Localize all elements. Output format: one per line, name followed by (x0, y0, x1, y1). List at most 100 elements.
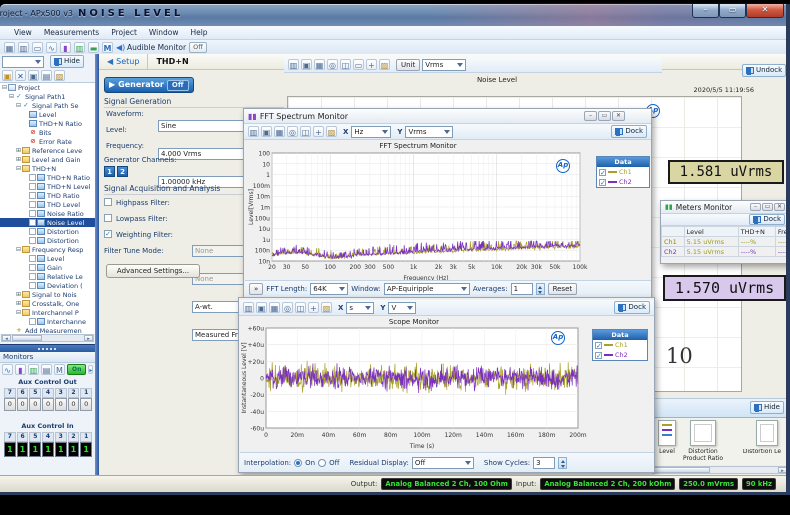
tree-expander-icon[interactable]: ⊟ (15, 246, 22, 253)
zoom-icon[interactable]: ◎ (327, 59, 338, 70)
tree-checkbox[interactable] (29, 183, 36, 190)
save-icon[interactable]: ▥ (243, 302, 254, 313)
frame-icon[interactable]: ▭ (353, 59, 364, 70)
legend-checkbox[interactable] (595, 342, 602, 349)
open-icon[interactable]: ▭ (32, 42, 43, 53)
residual-display-select[interactable]: Off (412, 457, 474, 469)
interpolation-on-radio[interactable] (294, 459, 302, 467)
menu-help[interactable]: Help (190, 28, 207, 37)
scroll-right-icon[interactable]: ▸ (84, 335, 93, 341)
cursor-icon[interactable]: + (308, 302, 319, 313)
thumbnail-distortion-level-image[interactable] (756, 420, 778, 446)
aux-monitor-icon[interactable]: ▤ (41, 364, 52, 375)
tree-item-thd-n-level[interactable]: THD+N Level (0, 182, 95, 191)
legend-header[interactable]: Data (593, 330, 647, 340)
tree-item-reference-leve[interactable]: ⊞Reference Leve (0, 146, 95, 155)
tab-setup[interactable]: ◀Setup (99, 57, 147, 66)
tree-item-frequency-resp[interactable]: ⊟Frequency Resp (0, 245, 95, 254)
aux-out-value[interactable]: 0 (80, 398, 92, 411)
generator-channel-1[interactable]: 1 (104, 166, 115, 177)
waveform-monitor-icon[interactable]: ∿ (46, 42, 57, 53)
gallery-hide-button[interactable]: Hide (750, 401, 784, 414)
tree-checkbox[interactable] (29, 201, 36, 208)
menu-project[interactable]: Project (111, 28, 137, 37)
aux-out-value[interactable]: 0 (4, 398, 16, 411)
waveform-monitor-icon[interactable]: ∿ (2, 364, 13, 375)
aux-out-value[interactable]: 0 (55, 398, 67, 411)
weighting-checkbox[interactable] (104, 230, 112, 238)
tree-item-add-measuremen[interactable]: +Add Measuremen (0, 326, 95, 334)
tree-checkbox[interactable] (29, 237, 36, 244)
fft-dock-button[interactable]: Dock (611, 125, 647, 138)
maximize-icon[interactable]: ▭ (762, 203, 773, 211)
fft-monitor-icon[interactable]: ▮ (60, 42, 71, 53)
zoom-icon[interactable]: ◎ (287, 126, 298, 137)
meters-monitor-icon[interactable]: ▥ (28, 364, 39, 375)
aux-in-value[interactable]: 1 (42, 442, 54, 457)
show-cycles-stepper[interactable] (558, 457, 567, 469)
gallery-scrollbar[interactable]: ▸ (652, 466, 788, 474)
thumbnail-label[interactable]: Distortion Le (734, 449, 790, 462)
tree-item-error-rate[interactable]: ⊘Error Rate (0, 137, 95, 146)
settings-icon[interactable]: ▨ (379, 59, 390, 70)
thumbnail-level-image[interactable] (658, 420, 676, 446)
fft-reset-button[interactable]: Reset (548, 283, 578, 295)
input-range-badge[interactable]: 250.0 mVrms (679, 478, 738, 490)
tree-item-signal-path-se[interactable]: ⊟✓Signal Path Se (0, 101, 95, 110)
settings-icon[interactable]: ▨ (321, 302, 332, 313)
tree-expander-icon[interactable]: ⊞ (15, 147, 22, 154)
title-bar[interactable]: Project - APx500 v3.4 NOISE LEVEL – ▭ ✕ (0, 4, 790, 26)
maximize-icon[interactable]: ▭ (719, 4, 746, 18)
aux-out-value[interactable]: 0 (17, 398, 29, 411)
aux-out-value[interactable]: 0 (42, 398, 54, 411)
tree-expander-icon[interactable]: ⊟ (8, 93, 15, 100)
generator-channel-2[interactable]: 2 (117, 166, 128, 177)
copy-icon[interactable]: ▣ (261, 126, 272, 137)
aux-in-value[interactable]: 1 (4, 442, 16, 457)
fft-x-unit-select[interactable]: Hz (351, 126, 391, 138)
aux-in-value[interactable]: 1 (80, 442, 92, 457)
tree-horizontal-scrollbar[interactable]: ◂▸ (1, 334, 94, 342)
scroll-left-icon[interactable]: ◂ (2, 335, 11, 341)
add-folder-icon[interactable]: ▣ (2, 70, 13, 81)
pan-icon[interactable]: ◫ (295, 302, 306, 313)
tree-item-crosstalk-one[interactable]: ⊞Crosstalk, One (0, 299, 95, 308)
print-icon[interactable]: ▦ (314, 59, 325, 70)
maximize-icon[interactable]: ▭ (598, 111, 611, 121)
measurement-monitor-icon[interactable]: M (54, 364, 65, 375)
tree-expander-icon[interactable]: ⊟ (1, 84, 8, 91)
fft-window-titlebar[interactable]: ▮▮ FFT Spectrum Monitor – ▭ ✕ (244, 109, 651, 124)
meters-window-titlebar[interactable]: ▮▮ Meters Monitor – ▭ ✕ (661, 201, 789, 214)
tree-expander-icon[interactable]: ⊟ (15, 165, 22, 172)
meters-monitor-icon[interactable]: ▥ (74, 42, 85, 53)
close-icon[interactable]: ✕ (774, 203, 785, 211)
advanced-settings-button[interactable]: Advanced Settings... (106, 264, 200, 278)
aux-in-value[interactable]: 1 (55, 442, 67, 457)
tree-item-signal-to-nois[interactable]: ⊞Signal to Nois (0, 290, 95, 299)
tree-item-thd-ratio[interactable]: THD Ratio (0, 191, 95, 200)
tree-item-noise-level[interactable]: Noise Level (0, 218, 95, 227)
scope-y-unit-select[interactable]: V (388, 302, 416, 314)
tree-item-deviation-[interactable]: Deviation ( (0, 281, 95, 290)
scope-x-unit-select[interactable]: s (346, 302, 374, 314)
tree-item-interchanne[interactable]: Interchanne (0, 317, 95, 326)
save-icon[interactable]: ▥ (288, 59, 299, 70)
delete-icon[interactable]: ✕ (15, 70, 26, 81)
tree-checkbox[interactable] (29, 318, 36, 325)
legend-checkbox[interactable] (595, 352, 602, 359)
thumbnail-label[interactable]: Distortion Product Ratio (678, 449, 728, 462)
tree-checkbox[interactable] (29, 192, 36, 199)
tab-measurement[interactable]: THD+N (147, 54, 196, 69)
tree-checkbox[interactable] (29, 174, 36, 181)
undock-button[interactable]: Undock (742, 64, 786, 77)
menu-measurements[interactable]: Measurements (44, 28, 99, 37)
tree-item-gain[interactable]: Gain (0, 263, 95, 272)
sweep-monitor-icon[interactable]: ▬ (88, 42, 99, 53)
tree-item-thd-n-ratio[interactable]: THD+N Ratio (0, 173, 95, 182)
zoom-icon[interactable]: ◎ (282, 302, 293, 313)
navigator-hide-button[interactable]: Hide (50, 55, 84, 68)
pan-icon[interactable]: ◫ (340, 59, 351, 70)
tree-item-bits[interactable]: ⊘Bits (0, 128, 95, 137)
aux-in-value[interactable]: 1 (68, 442, 80, 457)
tree-expander-icon[interactable]: ⊞ (15, 300, 22, 307)
